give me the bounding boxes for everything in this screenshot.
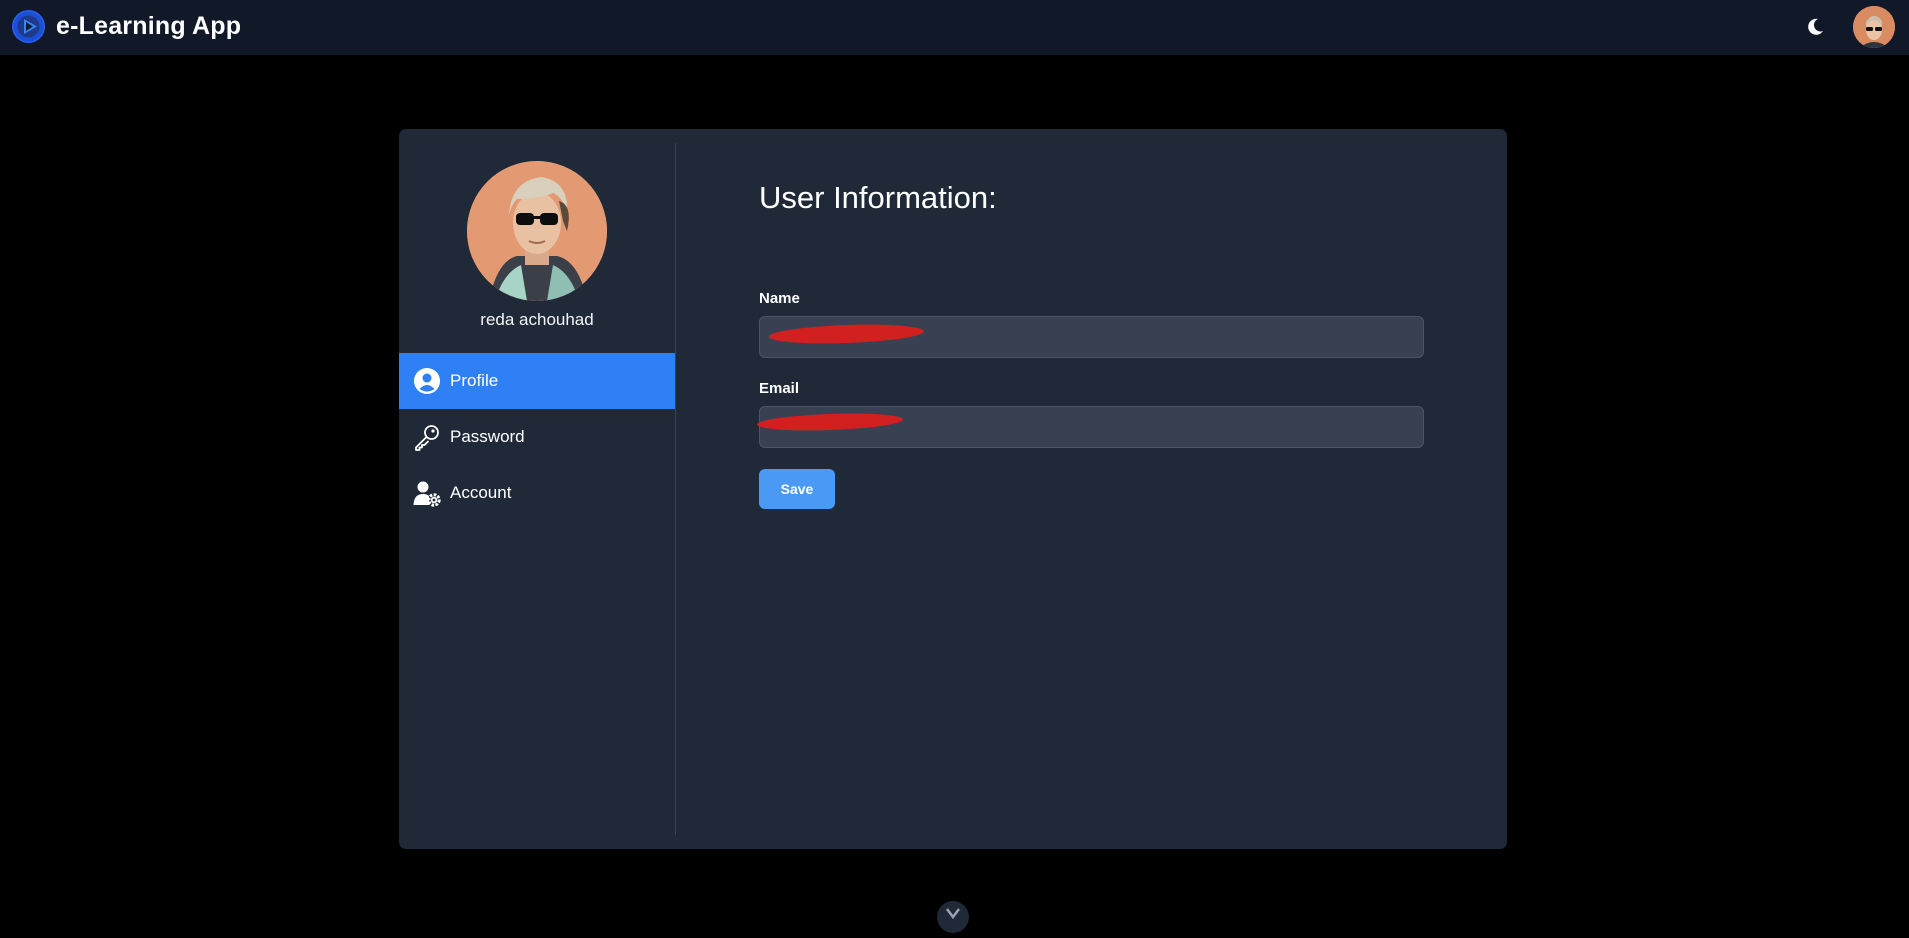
sidebar-item-label: Password [450,427,525,446]
email-label: Email [759,380,800,397]
user-information-form: User Information: Name Email Save [756,129,1459,849]
app-title[interactable]: e-Learning App [56,12,241,41]
moon-icon[interactable] [1804,16,1826,38]
chevron-down-icon [946,908,960,920]
scroll-down-button[interactable] [937,901,969,933]
sidebar-item-profile[interactable]: Profile [399,353,675,409]
profile-card: reda achouhad Profile Password Account U… [399,129,1507,849]
user-gear-icon [413,479,441,507]
user-avatar[interactable] [1853,6,1895,48]
sidebar-divider [675,143,676,835]
sidebar-item-password[interactable]: Password [399,409,675,465]
sidebar-item-label: Profile [450,371,499,390]
top-navbar: e-Learning App [0,0,1909,55]
sidebar-item-account[interactable]: Account [399,465,675,521]
profile-photo [467,161,607,301]
user-circle-icon [413,367,441,395]
page-title: User Information: [759,180,997,215]
name-label: Name [759,290,800,307]
profile-sidebar: reda achouhad Profile Password Account [399,129,675,849]
play-circle-icon[interactable] [12,10,45,43]
sidebar-item-label: Account [450,483,512,502]
key-icon [413,423,441,451]
profile-user-name: reda achouhad [480,310,594,329]
save-button[interactable]: Save [759,469,835,509]
